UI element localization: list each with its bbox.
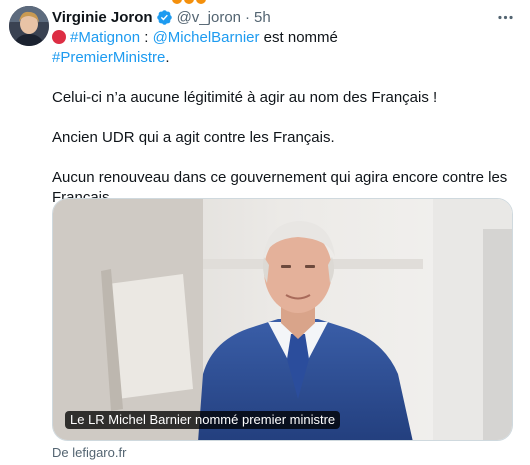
tweet-paragraph-1: #Matignon : @MichelBarnier est nommé #Pre… — [52, 28, 512, 68]
separator: · — [245, 8, 251, 26]
text-after-hashtag: . — [165, 49, 170, 66]
tweet-paragraph-2: Celui-ci n’a aucune légitimité à agir au… — [52, 89, 438, 106]
tweet-text: #Matignon : @MichelBarnier est nommé #Pre… — [52, 28, 512, 208]
hashtag-premierministre-link[interactable]: #PremierMinistre — [52, 49, 165, 66]
emoji-icon — [184, 0, 194, 4]
tweet-header: Virginie Joron @v_joron · 5h — [52, 8, 271, 26]
tweet-paragraph-3: Ancien UDR qui a agit contre les Françai… — [52, 129, 335, 146]
hashtag-matignon-link[interactable]: #Matignon — [70, 29, 140, 46]
text-after-mention: est nommé — [259, 29, 338, 46]
verified-badge-icon — [156, 9, 173, 26]
link-card[interactable]: Le LR Michel Barnier nommé premier minis… — [52, 198, 513, 441]
colon-text: : — [140, 29, 153, 46]
mention-link[interactable]: @MichelBarnier — [153, 29, 260, 46]
author-name[interactable]: Virginie Joron — [52, 9, 153, 26]
more-options-button[interactable] — [493, 8, 517, 26]
timestamp[interactable]: 5h — [254, 9, 271, 26]
previous-tweet-cutoff — [0, 0, 530, 8]
card-caption: Le LR Michel Barnier nommé premier minis… — [65, 411, 341, 429]
red-circle-icon — [52, 30, 66, 44]
avatar-image — [9, 6, 49, 46]
author-handle[interactable]: @v_joron — [177, 9, 241, 26]
emoji-icon — [196, 0, 206, 4]
more-dots-icon — [497, 15, 513, 19]
card-photo — [53, 199, 512, 440]
avatar[interactable] — [9, 6, 49, 46]
emoji-icon — [172, 0, 182, 4]
card-source-link[interactable]: De lefigaro.fr — [52, 445, 126, 460]
